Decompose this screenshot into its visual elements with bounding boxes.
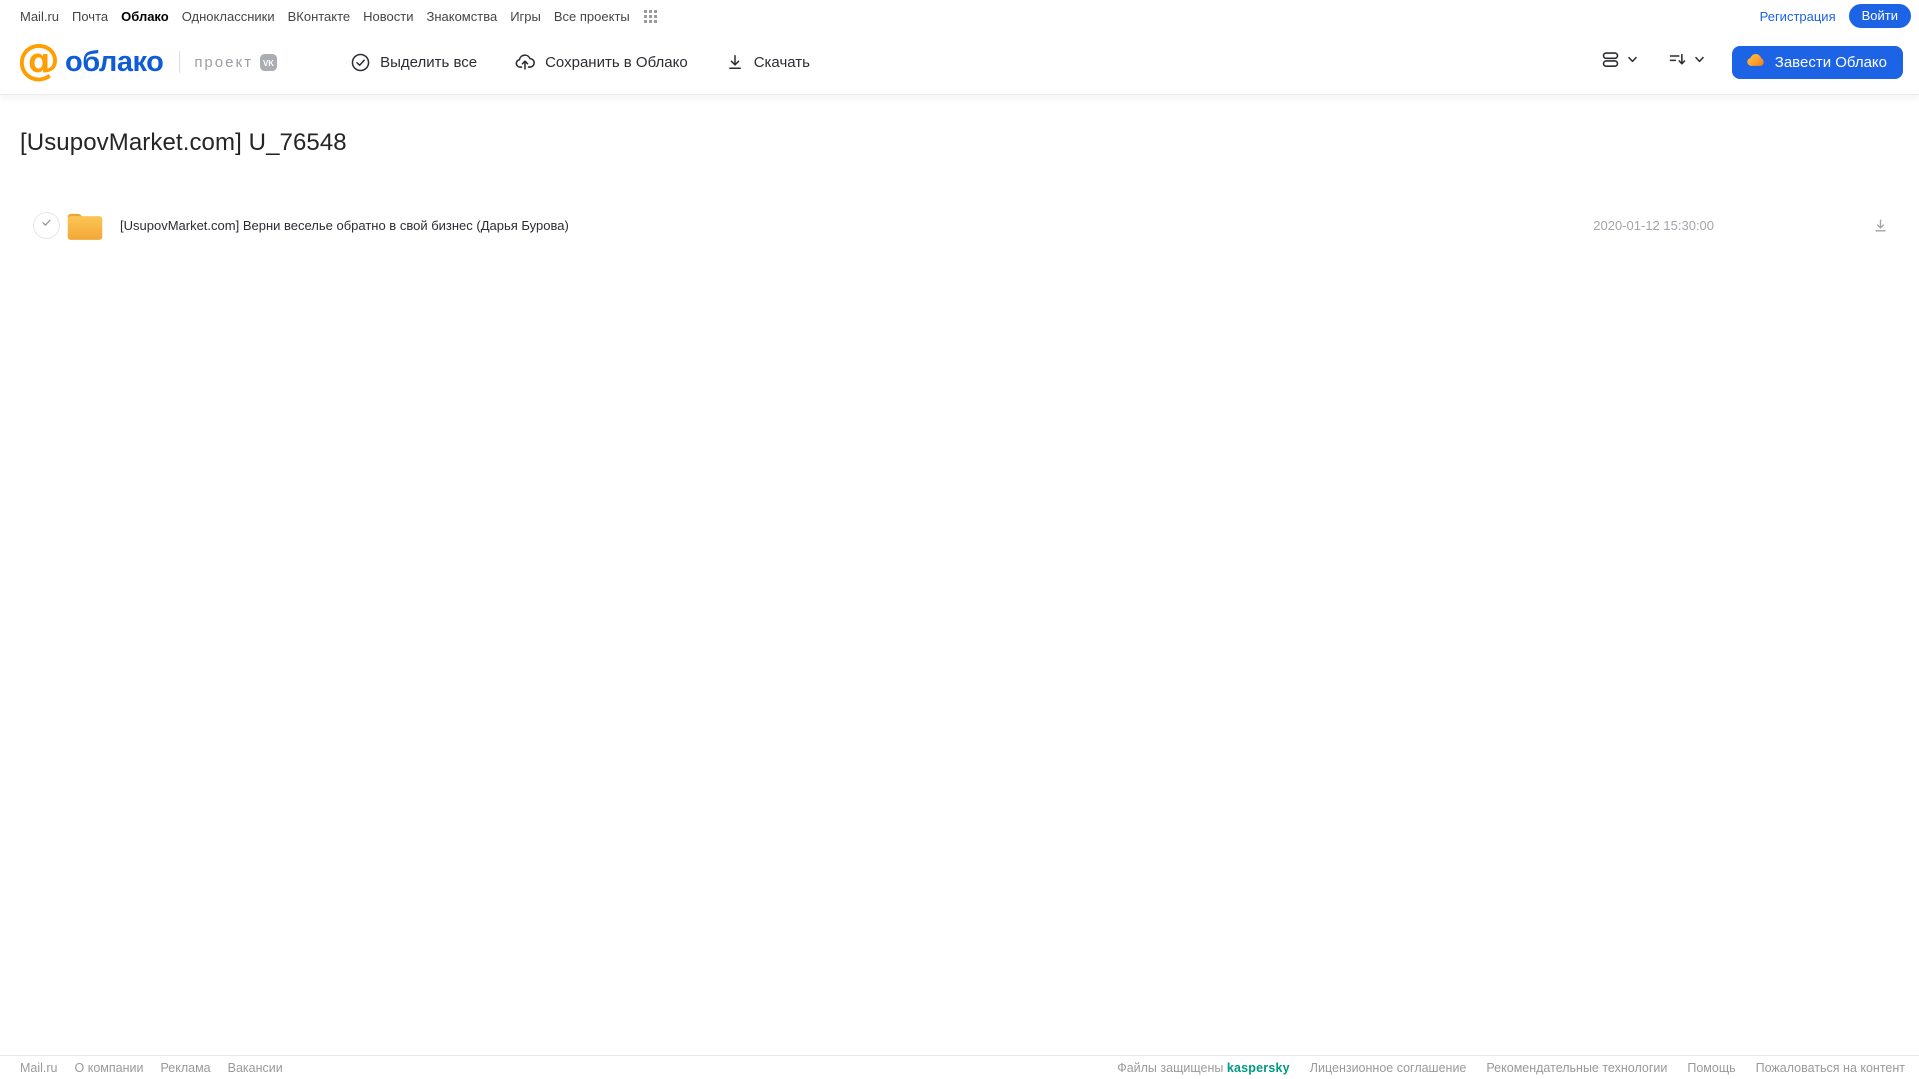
footer-jobs-link[interactable]: Вакансии: [228, 1061, 283, 1075]
all-projects-grid-icon[interactable]: [643, 9, 657, 23]
list-view-icon: [1600, 49, 1621, 75]
toolbar-right: Завести Облако: [1598, 45, 1903, 79]
auth-area: Регистрация Войти: [1760, 4, 1911, 28]
vk-badge-icon: VK: [260, 53, 278, 71]
nav-vse-proekty[interactable]: Все проекты: [554, 9, 630, 24]
select-all-label: Выделить все: [380, 53, 478, 71]
download-icon: [725, 52, 745, 72]
page-title: [UsupovMarket.com] U_76548: [20, 129, 347, 156]
content-area: [UsupovMarket.com] U_76548 [UsupovMarket…: [0, 95, 1919, 1055]
view-mode-selector[interactable]: [1598, 45, 1641, 79]
save-to-cloud-button[interactable]: Сохранить в Облако: [514, 51, 688, 73]
toolbar-actions: Выделить все Сохранить в Облако Скачать: [350, 51, 810, 73]
footer-ads-link[interactable]: Реклама: [160, 1061, 210, 1075]
footer-about-link[interactable]: О компании: [75, 1061, 144, 1075]
cloud-logo-text: облако: [65, 45, 164, 78]
cloud-logo[interactable]: @ облако проект VK: [17, 39, 278, 82]
chevron-down-icon: [1626, 53, 1639, 71]
nav-mailru[interactable]: Mail.ru: [20, 9, 59, 24]
nav-vkontakte[interactable]: ВКонтакте: [288, 9, 351, 24]
nav-novosti[interactable]: Новости: [363, 9, 413, 24]
file-checkbox[interactable]: [33, 211, 60, 239]
page-footer: Mail.ru О компании Реклама Вакансии Файл…: [0, 1055, 1919, 1079]
cloud-toolbar: @ облако проект VK Выделить все Сохранит…: [0, 30, 1919, 95]
file-name[interactable]: [UsupovMarket.com] Верни веселье обратно…: [120, 218, 1593, 233]
sort-icon: [1667, 49, 1688, 75]
download-button[interactable]: Скачать: [725, 52, 810, 72]
nav-znakomstva[interactable]: Знакомства: [426, 9, 497, 24]
get-cloud-label: Завести Облако: [1774, 53, 1887, 71]
footer-help-link[interactable]: Помощь: [1687, 1061, 1735, 1075]
folder-icon: [66, 209, 104, 242]
footer-recommendation-tech-link[interactable]: Рекомендательные технологии: [1486, 1061, 1667, 1075]
save-to-cloud-label: Сохранить в Облако: [545, 53, 688, 71]
footer-left-links: Mail.ru О компании Реклама Вакансии: [20, 1061, 283, 1075]
login-button[interactable]: Войти: [1848, 4, 1911, 28]
registration-link[interactable]: Регистрация: [1760, 9, 1836, 24]
footer-mailru-link[interactable]: Mail.ru: [20, 1061, 58, 1075]
nav-igry[interactable]: Игры: [510, 9, 541, 24]
kaspersky-logo: kaspersky: [1226, 1061, 1290, 1075]
file-download-icon[interactable]: [1872, 217, 1889, 234]
get-cloud-button[interactable]: Завести Облако: [1731, 45, 1903, 79]
sort-selector[interactable]: [1665, 45, 1708, 79]
project-label: проект: [194, 53, 254, 71]
check-icon: [39, 215, 54, 235]
svg-text:VK: VK: [263, 59, 274, 68]
chevron-down-icon: [1693, 53, 1706, 71]
check-circle-icon: [350, 52, 371, 73]
logo-divider: [179, 51, 181, 73]
footer-report-content-link[interactable]: Пожаловаться на контент: [1756, 1061, 1905, 1075]
nav-odnoklassniki[interactable]: Одноклассники: [182, 9, 275, 24]
select-all-button[interactable]: Выделить все: [350, 52, 477, 73]
cloud-icon: [1745, 50, 1766, 75]
file-date: 2020-01-12 15:30:00: [1593, 217, 1714, 233]
footer-license-link[interactable]: Лицензионное соглашение: [1310, 1061, 1467, 1075]
portal-top-bar: Mail.ru Почта Облако Одноклассники ВКонт…: [0, 0, 1919, 30]
download-label: Скачать: [753, 53, 810, 71]
cloud-upload-icon: [514, 51, 536, 73]
files-protected-note: Файлы защищены kaspersky: [1117, 1061, 1290, 1075]
file-row[interactable]: [UsupovMarket.com] Верни веселье обратно…: [0, 203, 1919, 247]
portal-nav: Mail.ru Почта Облако Одноклассники ВКонт…: [20, 9, 657, 24]
footer-right-links: Файлы защищены kaspersky Лицензионное со…: [1117, 1061, 1905, 1075]
nav-pochta[interactable]: Почта: [72, 9, 108, 24]
mailru-at-logo-icon: @: [17, 35, 60, 85]
nav-oblako[interactable]: Облако: [121, 9, 169, 24]
